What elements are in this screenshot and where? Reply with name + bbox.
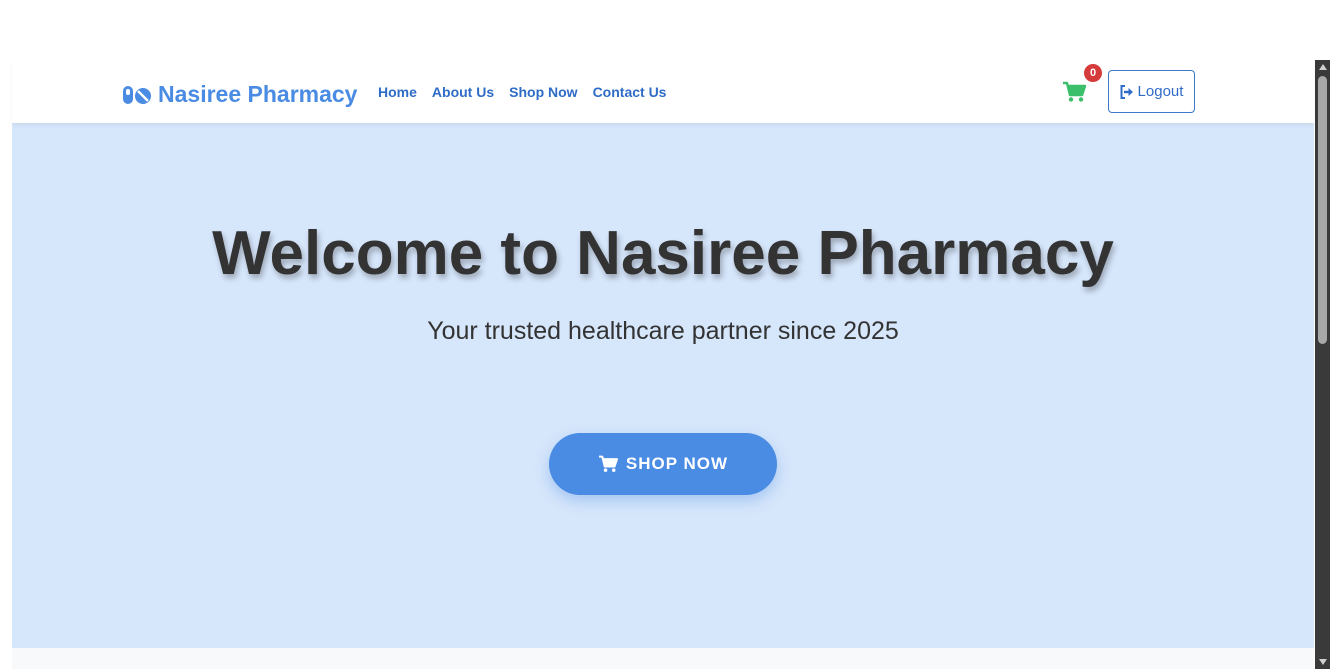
nav-links: Home About Us Shop Now Contact Us (378, 84, 666, 102)
page-content: Nasiree Pharmacy Home About Us Shop Now … (12, 60, 1314, 669)
shop-now-button[interactable]: SHOP NOW (549, 433, 777, 495)
nav-link-about[interactable]: About Us (432, 84, 494, 100)
nav-item-contact: Contact Us (593, 84, 667, 102)
shop-now-label: SHOP NOW (625, 454, 729, 473)
cart-icon (598, 455, 618, 472)
nav-link-contact[interactable]: Contact Us (593, 84, 667, 100)
below-hero-section (12, 648, 1314, 669)
logout-button[interactable]: Logout (1108, 70, 1195, 113)
hero-title: Welcome to Nasiree Pharmacy (212, 219, 1114, 288)
logout-label: Logout (1137, 83, 1184, 100)
nav-item-shop: Shop Now (509, 84, 577, 102)
sign-out-icon (1120, 84, 1133, 99)
pills-icon (123, 85, 151, 104)
brand-link[interactable]: Nasiree Pharmacy (122, 81, 357, 108)
scroll-up-arrow-icon[interactable] (1315, 60, 1330, 74)
scroll-down-arrow-icon[interactable] (1315, 655, 1330, 669)
nav-link-shop[interactable]: Shop Now (509, 84, 577, 100)
navbar: Nasiree Pharmacy Home About Us Shop Now … (12, 60, 1314, 123)
scroll-thumb[interactable] (1318, 76, 1327, 344)
hero-subtitle: Your trusted healthcare partner since 20… (427, 317, 899, 345)
vertical-scrollbar[interactable] (1315, 60, 1330, 669)
hero-section: Welcome to Nasiree Pharmacy Your trusted… (12, 123, 1314, 648)
page: Nasiree Pharmacy Home About Us Shop Now … (0, 0, 1336, 669)
cart-button[interactable]: 0 (1062, 62, 1104, 110)
brand-name: Nasiree Pharmacy (158, 81, 358, 107)
nav-item-home: Home (378, 84, 417, 102)
nav-link-home[interactable]: Home (378, 84, 417, 100)
cart-icon (1063, 81, 1086, 102)
nav-item-about: About Us (432, 84, 494, 102)
cart-count-badge: 0 (1082, 62, 1104, 84)
